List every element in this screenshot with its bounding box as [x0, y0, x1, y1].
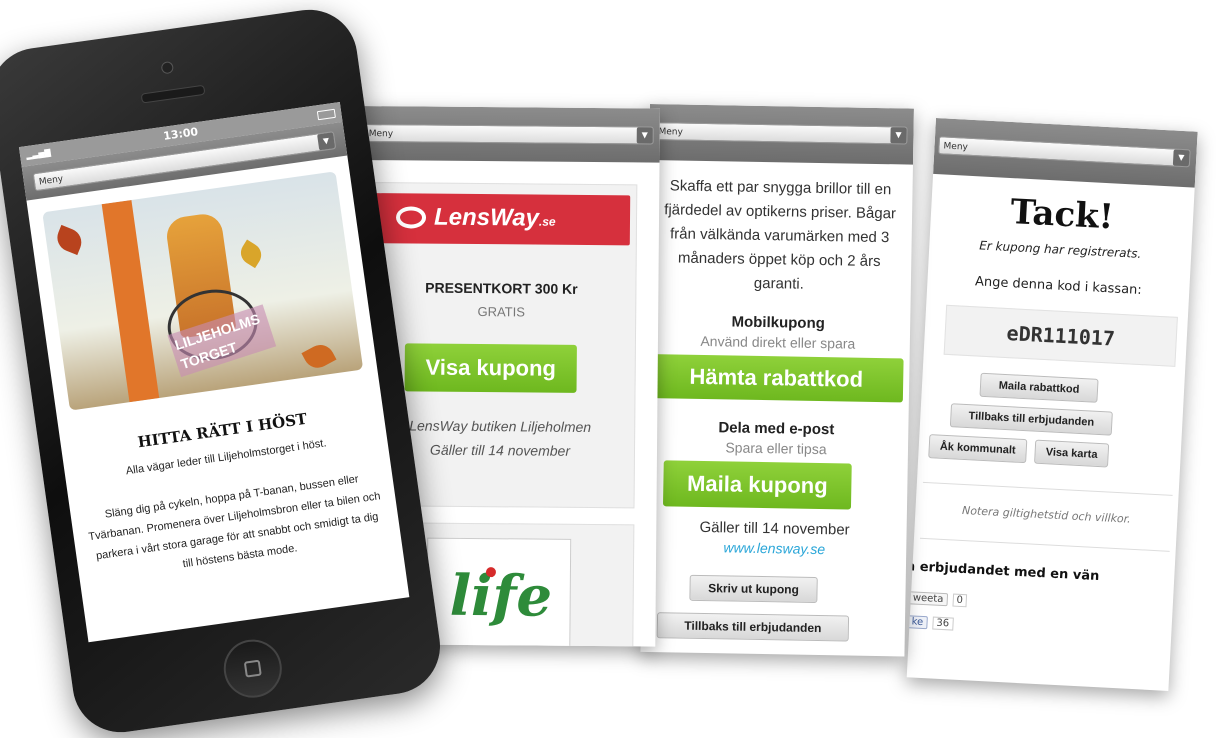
thank-you-screen: Meny ▼ Tack! Er kupong har registrerats.…	[906, 118, 1198, 691]
phone-screen: ▂▃▅▇ 13:00 Meny ▼ LILJEHOLMS TORGET HITT…	[18, 102, 410, 643]
like-widget[interactable]: ke 36	[907, 615, 954, 631]
mobile-coupon-title: Mobilkupong	[731, 313, 825, 333]
leaf-icon	[301, 340, 337, 373]
like-button[interactable]: ke	[907, 615, 928, 630]
divider	[919, 537, 1170, 552]
menu-bar: Meny ▼	[649, 104, 914, 165]
share-email-title: Dela med e-post	[718, 419, 835, 439]
menu-select[interactable]: Meny ▼	[363, 124, 654, 145]
show-coupon-button[interactable]: Visa kupong	[404, 343, 577, 393]
tweet-widget[interactable]: weeta 0	[908, 591, 968, 608]
life-logo: life	[426, 537, 572, 647]
like-count: 36	[932, 616, 954, 631]
menu-bar: Meny ▼	[359, 106, 660, 163]
fetch-discount-code-button[interactable]: Hämta rabattkod	[648, 354, 904, 403]
body-text: Släng dig på cykeln, hoppa på T-banan, b…	[87, 473, 382, 571]
leaf-icon	[236, 239, 266, 269]
apple-icon	[485, 567, 496, 578]
back-to-offers-button[interactable]: Tillbaks till erbjudanden	[949, 403, 1113, 436]
menu-bar: Meny ▼	[933, 118, 1198, 188]
chevron-down-icon: ▼	[317, 132, 336, 151]
chevron-down-icon: ▼	[636, 127, 653, 144]
tweet-button[interactable]: weeta	[908, 591, 948, 607]
offer-description: Skaffa ett par snygga brillor till en fj…	[664, 177, 897, 293]
instruction-text: Ange denna kod i kassan:	[974, 274, 1143, 298]
lensway-eye-icon	[395, 206, 427, 229]
terms-note: Notera giltighetstid och villkor.	[961, 503, 1132, 526]
divider	[922, 481, 1173, 496]
share-email-subtitle: Spara eller tipsa	[725, 439, 827, 458]
website-link[interactable]: www.lensway.se	[642, 538, 906, 559]
mobile-coupon-subtitle: Använd direkt eller spara	[700, 332, 856, 352]
registered-message: Er kupong har registrerats.	[978, 238, 1142, 261]
coupon-code: eDR111017	[1006, 321, 1116, 351]
leaf-icon	[53, 224, 86, 256]
offer-price: GRATIS	[477, 304, 525, 320]
back-to-offers-button[interactable]: Tillbaks till erbjudanden	[656, 612, 850, 642]
chevron-down-icon: ▼	[1172, 149, 1190, 167]
lensway-logo: LensWay.se	[373, 193, 631, 246]
home-square-icon	[243, 659, 262, 678]
code-box: eDR111017	[943, 304, 1178, 367]
thanks-heading: Tack!	[1009, 192, 1115, 238]
offer-title: PRESENTKORT 300 Kr	[425, 279, 578, 297]
public-transit-button[interactable]: Åk kommunalt	[928, 434, 1028, 464]
mail-coupon-button[interactable]: Maila kupong	[662, 460, 852, 510]
chevron-down-icon: ▼	[890, 127, 907, 144]
hero-image: LILJEHOLMS TORGET	[42, 171, 364, 411]
print-coupon-button[interactable]: Skriv ut kupong	[689, 574, 818, 603]
mail-code-button[interactable]: Maila rabattkod	[979, 372, 1099, 403]
menu-select[interactable]: Meny ▼	[938, 136, 1191, 168]
valid-until: Gäller till 14 november	[699, 518, 850, 539]
share-heading: a erbjudandet med en vän	[906, 559, 1100, 585]
menu-select[interactable]: Meny ▼	[653, 122, 908, 145]
tweet-count: 0	[952, 593, 968, 608]
coupon-detail-screen: Meny ▼ Skaffa ett par snygga brillor til…	[640, 104, 914, 657]
show-map-button[interactable]: Visa karta	[1034, 439, 1110, 468]
